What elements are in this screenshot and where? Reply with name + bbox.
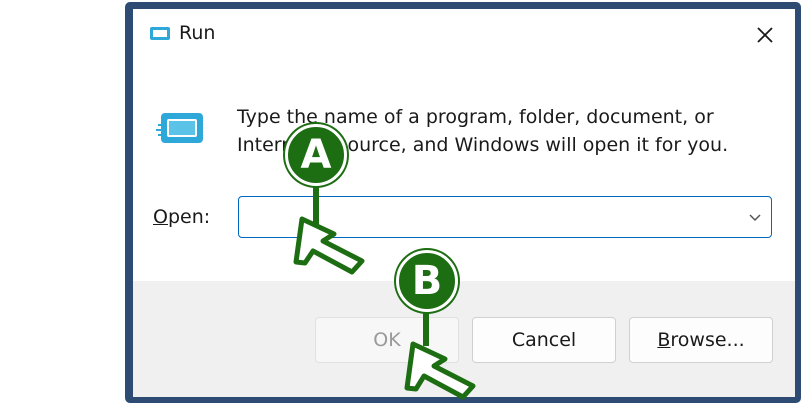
marker-b: B (396, 250, 458, 312)
pointer-arrow-icon (293, 216, 365, 275)
marker-a: A (285, 124, 347, 186)
pointer-arrow-icon (404, 341, 476, 400)
annotation-overlay (293, 180, 476, 400)
